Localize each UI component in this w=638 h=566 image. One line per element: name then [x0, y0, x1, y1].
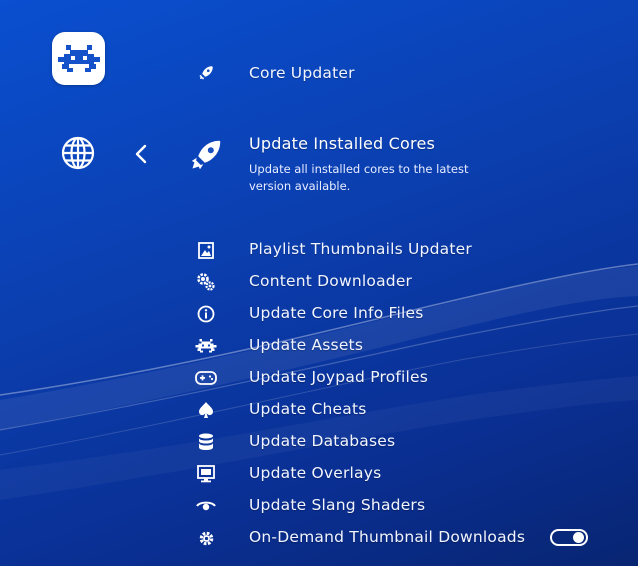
- rocket-icon: [195, 62, 217, 84]
- on-demand-thumbnails-toggle[interactable]: [550, 529, 588, 546]
- globe-icon[interactable]: [61, 136, 95, 170]
- chevron-left-icon[interactable]: [132, 143, 150, 165]
- gear-icon: [195, 527, 217, 549]
- menu-item-update-assets[interactable]: Update Assets: [249, 336, 363, 354]
- menu-item-playlist-thumbnails-updater[interactable]: Playlist Thumbnails Updater: [249, 240, 472, 258]
- image-icon: [195, 239, 217, 261]
- toggle-knob: [573, 532, 584, 543]
- retroarch-invader-icon: [57, 44, 100, 72]
- menu-item-update-core-info-files[interactable]: Update Core Info Files: [249, 304, 424, 322]
- gamepad-icon: [194, 367, 218, 389]
- menu-item-update-joypad-profiles[interactable]: Update Joypad Profiles: [249, 368, 428, 386]
- info-icon: [195, 303, 217, 325]
- app-logo[interactable]: [52, 32, 105, 85]
- database-icon: [195, 431, 217, 453]
- selected-rocket-icon: [186, 135, 226, 175]
- gears-icon: [195, 271, 217, 293]
- spade-icon: [195, 399, 217, 421]
- menu-item-update-overlays[interactable]: Update Overlays: [249, 464, 381, 482]
- invader-icon: [193, 335, 219, 357]
- monitor-icon: [195, 463, 217, 485]
- eye-icon: [195, 495, 217, 517]
- selected-item-label[interactable]: Update Installed Cores: [249, 134, 435, 153]
- menu-item-on-demand-thumbnail-downloads[interactable]: On-Demand Thumbnail Downloads: [249, 528, 525, 546]
- menu-item-update-slang-shaders[interactable]: Update Slang Shaders: [249, 496, 425, 514]
- menu-item-content-downloader[interactable]: Content Downloader: [249, 272, 412, 290]
- menu-item-update-cheats[interactable]: Update Cheats: [249, 400, 367, 418]
- header-title: Core Updater: [249, 64, 355, 82]
- selected-item-sublabel: Update all installed cores to the latest…: [249, 162, 469, 193]
- menu-item-update-databases[interactable]: Update Databases: [249, 432, 395, 450]
